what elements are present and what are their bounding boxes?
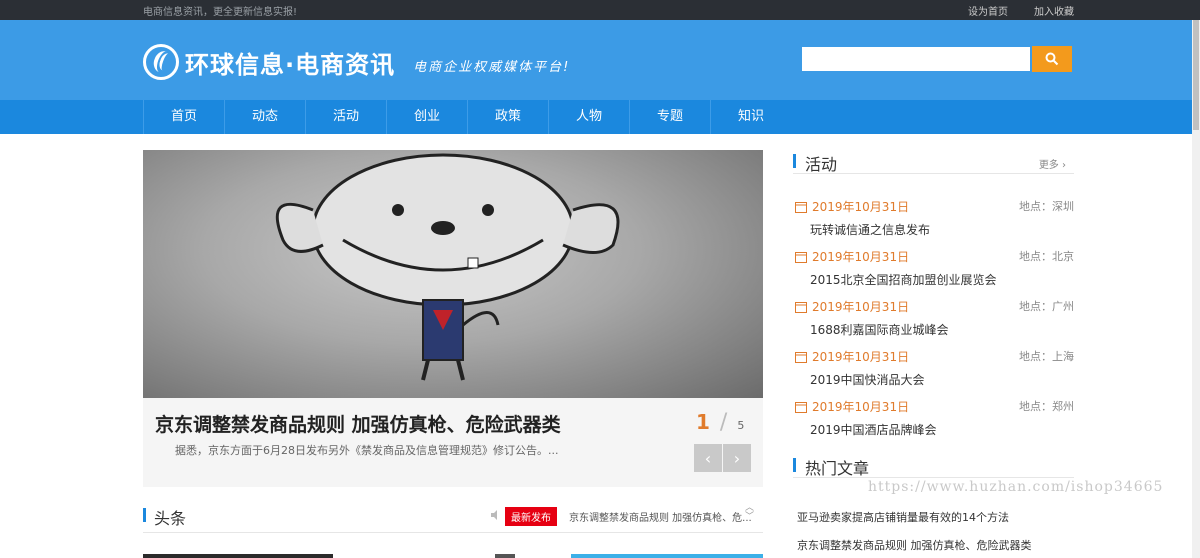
slide-current: 1 — [696, 410, 710, 434]
event-name[interactable]: 2019中国快消品大会 — [810, 371, 925, 388]
event-location: 地点：上海 — [1019, 350, 1074, 363]
hot-article[interactable]: 亚马逊卖家提高店铺销量最有效的14个方法 — [793, 507, 1074, 529]
event-name[interactable]: 2019中国酒店品牌峰会 — [810, 421, 937, 438]
calendar-icon — [795, 352, 807, 363]
slide-description: 据悉，京东方面于6月28日发布另外《禁发商品及信息管理规范》修订公告。... — [175, 444, 559, 457]
search-box — [802, 46, 1072, 72]
thumb-strip-left — [143, 554, 333, 558]
latest-news-link[interactable]: 京东调整禁发商品规则 加强仿真枪、危... — [569, 509, 752, 524]
event-date: 2019年10月31日 — [812, 200, 910, 214]
hot-title: 热门文章 — [805, 459, 870, 478]
flame-logo-icon — [143, 44, 179, 80]
slide-counter: 1 / 5 — [696, 410, 744, 435]
latest-badge: 最新发布 — [505, 507, 557, 526]
top-bar: 电商信息资讯，更全更新信息实报! 设为首页 加入收藏 — [0, 0, 1200, 20]
event-date: 2019年10月31日 — [812, 300, 910, 314]
nav-item-startup[interactable]: 创业 — [386, 100, 467, 134]
calendar-icon — [795, 402, 807, 413]
event-name[interactable]: 2015北京全国招商加盟创业展览会 — [810, 271, 997, 288]
events-title: 活动 — [805, 155, 838, 174]
nav-item-home[interactable]: 首页 — [143, 100, 224, 134]
nav-item-topics[interactable]: 专题 — [629, 100, 710, 134]
event-item[interactable]: 2019年10月31日 地点：上海 2019中国快消品大会 — [793, 348, 1074, 398]
set-home-link[interactable]: 设为首页 — [968, 3, 1008, 18]
thumb-strip-mid — [495, 554, 515, 558]
slide-separator: / — [719, 410, 728, 435]
cartoon-dog-illustration — [275, 153, 620, 381]
logo-tagline: 电商企业权威媒体平台! — [413, 59, 571, 75]
events-header: 活动 更多 › — [793, 150, 1074, 174]
event-date: 2019年10月31日 — [812, 250, 910, 264]
logo-text: 环球信息·电商资讯 — [185, 50, 396, 79]
search-icon — [1045, 52, 1059, 66]
ticker-down-icon[interactable]: ﹀ — [745, 513, 754, 522]
section-accent-bar — [793, 154, 796, 168]
hot-header: 热门文章 — [793, 454, 1074, 478]
event-location: 地点：深圳 — [1019, 200, 1074, 213]
event-location: 地点：北京 — [1019, 250, 1074, 263]
event-item[interactable]: 2019年10月31日 地点：广州 1688利嘉国际商业城峰会 — [793, 298, 1074, 348]
slide-prev-button[interactable]: ‹ — [694, 444, 722, 472]
event-item[interactable]: 2019年10月31日 地点：北京 2015北京全国招商加盟创业展览会 — [793, 248, 1074, 298]
calendar-icon — [795, 302, 807, 313]
slide-arrows: ‹ › — [694, 444, 752, 472]
calendar-icon — [795, 252, 807, 263]
top-slogan: 电商信息资讯，更全更新信息实报! — [143, 7, 298, 18]
hot-article[interactable]: 京东调整禁发商品规则 加强仿真枪、危险武器类 — [793, 535, 1074, 557]
top-links: 设为首页 加入收藏 — [968, 3, 1074, 18]
event-location: 地点：郑州 — [1019, 400, 1074, 413]
events-more-link[interactable]: 更多 › — [1039, 156, 1066, 171]
event-item[interactable]: 2019年10月31日 地点：郑州 2019中国酒店品牌峰会 — [793, 398, 1074, 448]
event-date: 2019年10月31日 — [812, 350, 910, 364]
slide-title[interactable]: 京东调整禁发商品规则 加强仿真枪、危险武器类 — [155, 410, 561, 437]
site-header: 环球信息·电商资讯 电商企业权威媒体平台! — [0, 20, 1200, 100]
nav-item-people[interactable]: 人物 — [548, 100, 629, 134]
section-accent-bar — [793, 458, 796, 472]
ticker-controls: ︿ ﹀ — [745, 504, 754, 522]
page-scrollbar[interactable] — [1192, 20, 1200, 558]
nav-item-knowledge[interactable]: 知识 — [710, 100, 791, 134]
slide-next-button[interactable]: › — [723, 444, 751, 472]
search-button[interactable] — [1032, 46, 1072, 72]
headline-title: 头条 — [154, 509, 187, 528]
headline-section: 头条 最新发布 京东调整禁发商品规则 加强仿真枪、危... ︿ ﹀ — [143, 504, 763, 533]
section-accent-bar — [143, 508, 146, 522]
chevron-right-icon: › — [733, 448, 741, 468]
thumb-strip-right — [571, 554, 763, 558]
hot-list: 亚马逊卖家提高店铺销量最有效的14个方法 京东调整禁发商品规则 加强仿真枪、危险… — [793, 507, 1074, 557]
chevron-left-icon: ‹ — [704, 448, 712, 468]
site-logo[interactable]: 环球信息·电商资讯 电商企业权威媒体平台! — [143, 44, 570, 80]
watermark-text: https://www.huzhan.com/ishop34665 — [868, 479, 1164, 495]
speaker-icon — [491, 510, 497, 520]
scrollbar-thumb[interactable] — [1193, 20, 1199, 130]
nav-item-news[interactable]: 动态 — [224, 100, 305, 134]
main-nav: 首页 动态 活动 创业 政策 人物 专题 知识 — [0, 100, 1200, 134]
add-favorite-link[interactable]: 加入收藏 — [1034, 3, 1074, 18]
calendar-icon — [795, 202, 807, 213]
search-input[interactable] — [802, 47, 1030, 71]
nav-item-activity[interactable]: 活动 — [305, 100, 386, 134]
sidebar: 活动 更多 › 2019年10月31日 地点：深圳 玩转诚信通之信息发布 201… — [793, 150, 1074, 557]
slide-total: 5 — [737, 419, 745, 432]
event-name[interactable]: 1688利嘉国际商业城峰会 — [810, 321, 949, 338]
event-item[interactable]: 2019年10月31日 地点：深圳 玩转诚信通之信息发布 — [793, 198, 1074, 248]
event-location: 地点：广州 — [1019, 300, 1074, 313]
slide-image[interactable] — [143, 150, 763, 398]
featured-slider: 京东调整禁发商品规则 加强仿真枪、危险武器类 据悉，京东方面于6月28日发布另外… — [143, 150, 763, 487]
event-name[interactable]: 玩转诚信通之信息发布 — [810, 221, 930, 238]
nav-item-policy[interactable]: 政策 — [467, 100, 548, 134]
event-date: 2019年10月31日 — [812, 400, 910, 414]
